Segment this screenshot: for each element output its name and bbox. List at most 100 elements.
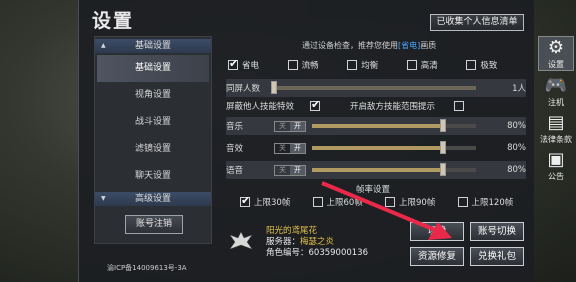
quality-hint: 通过设备检查，推荐您使用[省电]画质 [302,40,436,51]
sfx-slider[interactable] [312,141,476,154]
fps-options: 上限30帧 上限60帧 上限90帧 上限120帧 [240,194,531,208]
gamepad-icon: 🎮 [544,75,568,96]
personal-info-list-button[interactable]: 已收集个人信息清单 [430,14,524,31]
right-sidebar: ⚙ 设置 🎮 注机 ▤ 法律条款 ▣ 公告 [538,36,576,186]
sfx-value: 80% [507,143,526,153]
menu-item-chat[interactable]: 聊天设置 [95,163,211,190]
server-name: 梅瑟之炎 [300,237,335,247]
quality-option-smooth[interactable]: 流畅 [287,55,348,75]
enemy-range-checkbox[interactable] [454,101,464,111]
switch-button[interactable]: 切换 [410,222,464,241]
fps-option-60[interactable]: 上限60帧 [312,196,386,208]
voice-slider[interactable] [312,163,476,176]
voice-label: 语音 [226,166,244,176]
server-label: 服务器： [266,237,301,247]
side-controller[interactable]: 🎮 注机 [538,75,574,108]
server-line: 服务器：梅瑟之炎 [266,237,368,248]
fps-label: 上限30帧 [254,198,291,208]
players-label: 同屏人数 [226,84,261,94]
hint-text: 通过设备检查，推荐您使用 [302,41,398,50]
icp-number: 渝ICP备14009613号-3A [107,264,187,272]
voice-row: 语音 关开 80% [226,161,526,179]
checkbox[interactable] [240,194,250,207]
voice-knob[interactable] [440,163,447,176]
quality-option-balanced[interactable]: 均衡 [347,55,407,75]
gear-icon: ⚙ [547,37,565,58]
menu-item-camera[interactable]: 视角设置 [95,82,211,109]
side-settings[interactable]: ⚙ 设置 [538,36,574,71]
account-info: 阳光的鸢尾花 服务器：梅瑟之炎 角色编号：60359000136 [266,226,368,259]
resource-repair-button[interactable]: 资源修复 [410,247,464,266]
quality-option-ultra[interactable]: 极致 [466,55,526,75]
music-toggle[interactable]: 关开 [274,120,306,132]
voice-value: 80% [507,165,526,175]
checkbox[interactable] [312,197,323,207]
effects-row: 屏蔽他人技能特效 开启敌方技能范围提示 [226,97,526,115]
quality-label: 省电 [242,61,260,71]
side-label: 注机 [548,98,564,107]
menu-item-combat[interactable]: 战斗设置 [95,109,211,136]
category-basic[interactable]: 基础设置 [95,39,211,53]
fps-label: 上限90帧 [399,198,436,208]
enemy-range-label: 开启敌方技能范围提示 [350,102,436,112]
hide-effects-label: 屏蔽他人技能特效 [226,102,295,112]
menu-item-filter[interactable]: 滤镜设置 [95,136,211,163]
side-legal[interactable]: ▤ 法律条款 [538,112,574,145]
checkbox[interactable] [347,60,358,70]
account-switch-button[interactable]: 账号切换 [470,222,524,241]
sfx-label: 音效 [226,144,244,154]
toggle-on: 开 [290,121,305,131]
quality-option-hd[interactable]: 高清 [406,55,467,75]
toggle-on: 开 [290,165,305,175]
quality-label: 流畅 [301,61,319,71]
sfx-row: 音效 关开 80% [226,139,526,157]
side-label: 设置 [548,60,564,69]
toggle-on: 开 [290,143,305,153]
notice-icon: ▣ [547,149,565,170]
quality-options: 省电 流畅 均衡 高清 极致 [228,55,526,75]
checkbox[interactable] [406,60,417,70]
side-label: 公告 [548,172,564,181]
players-slider[interactable] [271,81,476,94]
role-id: 角色编号：60359000136 [266,248,368,258]
side-label: 法律条款 [540,135,572,144]
players-row: 同屏人数 1人 [226,79,526,97]
fps-title: 帧率设置 [356,185,391,195]
checkbox[interactable] [228,57,238,70]
page-title: 设置 [92,10,135,32]
fps-option-30[interactable]: 上限30帧 [240,194,313,208]
music-knob[interactable] [440,119,447,132]
account-cancel-button[interactable]: 账号注销 [125,215,183,234]
document-icon: ▤ [547,112,565,133]
left-menu: 基础设置 基础设置 视角设置 战斗设置 滤镜设置 聊天设置 高级设置 [94,36,212,244]
music-label: 音乐 [226,122,244,132]
category-advanced[interactable]: 高级设置 [95,192,211,206]
hint-link[interactable]: [省电] [398,41,420,50]
music-slider[interactable] [312,119,476,132]
checkbox[interactable] [466,60,477,70]
sfx-knob[interactable] [440,141,447,154]
toggle-off: 关 [279,143,286,152]
fps-label: 上限120帧 [471,198,514,208]
toggle-off: 关 [279,165,286,174]
checkbox[interactable] [287,60,298,70]
hide-effects-checkbox[interactable] [310,98,320,111]
menu-item-basic[interactable]: 基础设置 [97,55,209,82]
quality-option-powersave[interactable]: 省电 [228,55,288,75]
players-value: 1人 [512,84,526,94]
side-notice[interactable]: ▣ 公告 [538,149,574,182]
players-knob[interactable] [271,81,277,94]
checkbox[interactable] [385,197,395,207]
quality-label: 极致 [480,61,498,71]
toggle-off: 关 [279,121,286,130]
redeem-gift-button[interactable]: 兑换礼包 [470,247,524,266]
checkbox[interactable] [457,197,468,207]
quality-label: 均衡 [361,61,379,71]
fps-label: 上限60帧 [326,198,363,208]
guild-emblem-icon [229,231,253,250]
sfx-toggle[interactable]: 关开 [274,142,306,154]
music-value: 80% [507,121,526,131]
fps-option-90[interactable]: 上限90帧 [385,196,458,208]
fps-option-120[interactable]: 上限120帧 [457,196,531,208]
voice-toggle[interactable]: 关开 [274,164,306,176]
